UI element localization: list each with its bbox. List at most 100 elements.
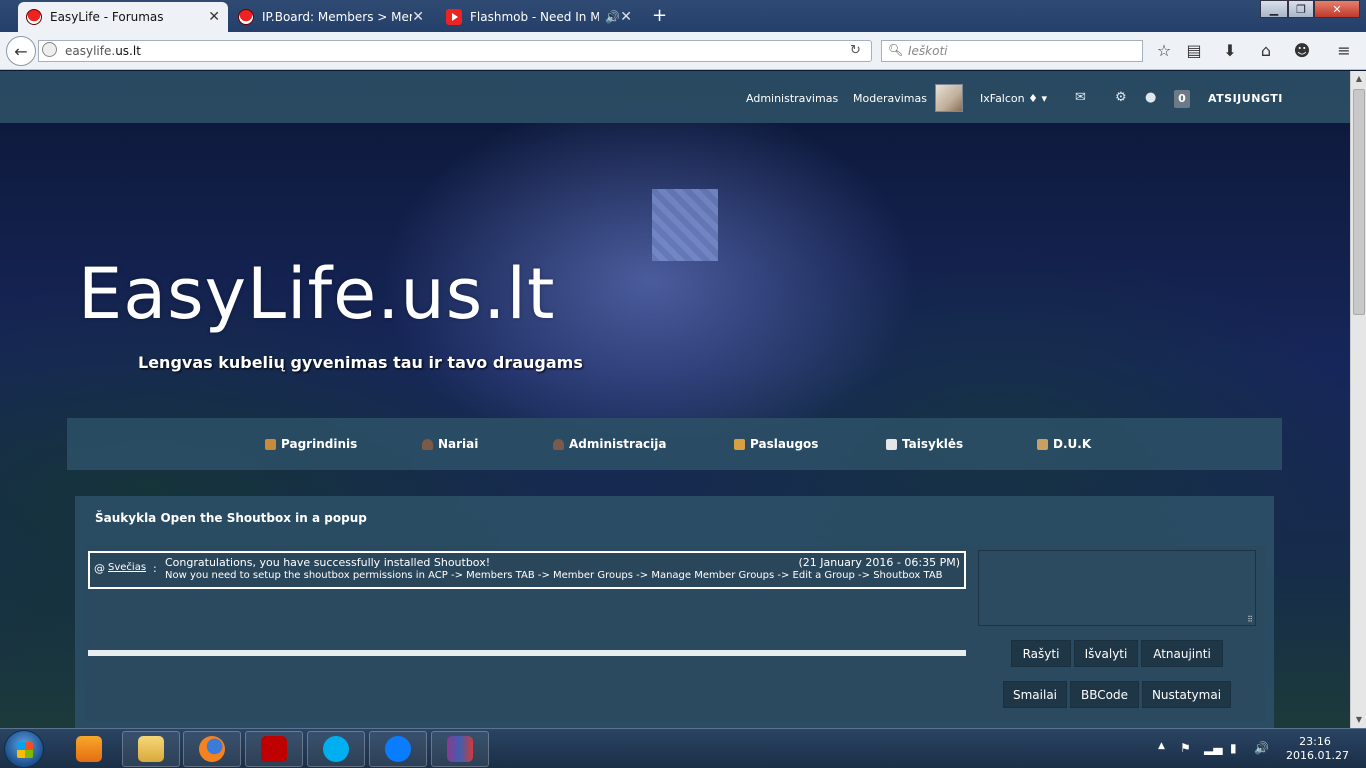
nav-item-label: Taisyklės (902, 437, 964, 451)
nav-item-administration[interactable]: Administracija (553, 437, 666, 451)
tab-ipboard[interactable]: IP.Board: Members > Mem... ✕ (230, 2, 432, 32)
search-input[interactable]: Ieškoti (881, 40, 1143, 62)
logout-link[interactable]: ATSIJUNGTI (1208, 92, 1283, 105)
minimize-icon[interactable]: ▁ (1260, 0, 1288, 18)
scroll-down-arrow-icon[interactable]: ▼ (1351, 712, 1366, 728)
nav-item-label: Nariai (438, 437, 479, 451)
shout-separator: : (153, 562, 157, 575)
taskbar-filezilla[interactable] (245, 731, 303, 767)
close-tab-icon[interactable]: ✕ (412, 9, 424, 25)
shout-input[interactable]: ⠿ (978, 550, 1256, 626)
start-button[interactable] (4, 730, 44, 768)
nav-item-faq[interactable]: D.U.K (1037, 437, 1091, 451)
tab-easylife[interactable]: EasyLife - Forumas ✕ (18, 2, 228, 32)
url-host: us.lt (115, 44, 141, 58)
settings-button[interactable]: Nustatymai (1142, 681, 1231, 708)
webpage: Administravimas Moderavimas IxFalcon ♦ ▾… (0, 71, 1350, 728)
clock-time: 23:16 (1299, 735, 1331, 748)
taskbar-skype[interactable] (307, 731, 365, 767)
shoutbox-body: @ Svečias : Congratulations, you have su… (85, 546, 1265, 721)
admin-link[interactable]: Administravimas (746, 92, 838, 105)
nav-item-home[interactable]: Pagrindinis (265, 437, 357, 451)
taskbar-firefox[interactable] (183, 731, 241, 767)
home-icon (265, 438, 276, 450)
nav-item-rules[interactable]: Taisyklės (886, 437, 963, 451)
shoutbox-panel: Šaukykla Open the Shoutbox in a popup @ … (75, 496, 1274, 728)
shoutbox-title[interactable]: Šaukykla Open the Shoutbox in a popup (95, 511, 367, 525)
user-menu-link[interactable]: IxFalcon ♦ ▾ (980, 92, 1047, 105)
notification-count-badge[interactable]: 0 (1174, 90, 1190, 108)
taskbar: ▲ ⚑ ▂▄ ▮ 🔊 23:16 2016.01.27 (0, 728, 1366, 768)
services-icon (734, 438, 745, 450)
volume-icon[interactable]: 🔊 (1254, 741, 1269, 755)
scrollbar-thumb[interactable] (1353, 89, 1365, 315)
bbcode-button[interactable]: BBCode (1070, 681, 1139, 708)
battery-icon[interactable]: ▮ (1230, 741, 1237, 755)
new-tab-plus-icon[interactable]: + (652, 5, 667, 26)
action-center-flag-icon[interactable]: ⚑ (1180, 741, 1191, 755)
smilies-button[interactable]: Smailai (1003, 681, 1067, 708)
shout-username[interactable]: Svečias (108, 562, 146, 573)
system-clock[interactable]: 23:16 2016.01.27 (1286, 735, 1349, 763)
taskbar-winrar[interactable] (431, 731, 489, 767)
nav-item-services[interactable]: Paslaugos (734, 437, 818, 451)
reading-list-icon[interactable]: ▤ (1183, 41, 1205, 60)
hello-smiley-icon[interactable]: ☻ (1291, 41, 1313, 60)
site-tagline: Lengvas kubelių gyvenimas tau ir tavo dr… (138, 353, 583, 372)
nav-item-label: Paslaugos (750, 437, 819, 451)
taskbar-media-player[interactable] (60, 731, 118, 767)
messenger-icon (385, 736, 411, 762)
menu-hamburger-icon[interactable]: ≡ (1333, 41, 1355, 60)
shoutbox-divider-bar (88, 650, 966, 656)
network-signal-icon[interactable]: ▂▄ (1204, 741, 1222, 755)
maximize-icon[interactable]: ❐ (1288, 0, 1314, 18)
tray-expand-icon[interactable]: ▲ (1158, 741, 1165, 751)
folder-icon (138, 736, 164, 762)
tab-flashmob[interactable]: Flashmob - Need In M... 🔊 ✕ (438, 2, 640, 32)
shout-timestamp: (21 January 2016 - 06:35 PM) (798, 556, 960, 569)
avatar[interactable] (935, 84, 963, 112)
write-button[interactable]: Rašyti (1011, 640, 1071, 667)
moderation-link[interactable]: Moderavimas (853, 92, 927, 105)
skype-icon (323, 736, 349, 762)
gear-icon[interactable]: ⚙ (1115, 90, 1127, 105)
navigation-toolbar: ← easylife. us.lt ↻ Ieškoti 🔍︎ ☆ ▤ ⬇ ⌂ ☻ … (0, 32, 1366, 70)
rules-icon (886, 438, 897, 450)
windows-logo-icon (17, 742, 33, 758)
envelope-icon[interactable]: ✉ (1075, 90, 1086, 105)
window-close-icon[interactable]: ✕ (1314, 0, 1360, 18)
user-bar: Administravimas Moderavimas IxFalcon ♦ ▾… (0, 71, 1350, 123)
taskbar-explorer[interactable] (122, 731, 180, 767)
tab-title: EasyLife - Forumas (50, 10, 164, 24)
close-tab-icon[interactable]: ✕ (208, 9, 220, 25)
taskbar-messenger[interactable] (369, 731, 427, 767)
nav-item-label: D.U.K (1053, 437, 1092, 451)
nav-item-members[interactable]: Nariai (422, 437, 478, 451)
scroll-up-arrow-icon[interactable]: ▲ (1351, 71, 1366, 87)
vertical-scrollbar[interactable]: ▲ ▼ (1350, 71, 1366, 728)
tab-title: Flashmob - Need In M... (470, 10, 600, 24)
mention-at-icon[interactable]: @ (94, 562, 105, 575)
address-bar[interactable]: easylife. us.lt (38, 40, 872, 62)
clear-button[interactable]: Išvalyti (1074, 640, 1138, 667)
site-logo[interactable]: EasyLife.us.lt (78, 253, 555, 335)
mushroom-favicon-icon (26, 9, 42, 25)
globe-icon[interactable]: ● (1145, 90, 1156, 105)
faq-icon (1037, 438, 1048, 450)
back-arrow-icon[interactable]: ← (6, 36, 36, 66)
youtube-favicon-icon (446, 9, 462, 25)
bookmark-star-icon[interactable]: ☆ (1153, 41, 1175, 60)
resize-grip-icon[interactable]: ⠿ (1247, 615, 1253, 624)
admin-icon (553, 438, 564, 450)
reload-icon[interactable]: ↻ (850, 43, 861, 58)
close-tab-icon[interactable]: ✕ (620, 9, 632, 25)
firefox-icon (199, 736, 225, 762)
download-arrow-icon[interactable]: ⬇ (1219, 41, 1241, 60)
home-icon[interactable]: ⌂ (1255, 41, 1277, 60)
url-prefix: easylife. (65, 44, 116, 58)
speaker-icon[interactable]: 🔊 (605, 10, 620, 24)
mushroom-favicon-icon (238, 9, 254, 25)
refresh-button[interactable]: Atnaujinti (1141, 640, 1223, 667)
clock-date: 2016.01.27 (1286, 749, 1349, 762)
site-identity-globe-icon[interactable] (42, 42, 57, 57)
